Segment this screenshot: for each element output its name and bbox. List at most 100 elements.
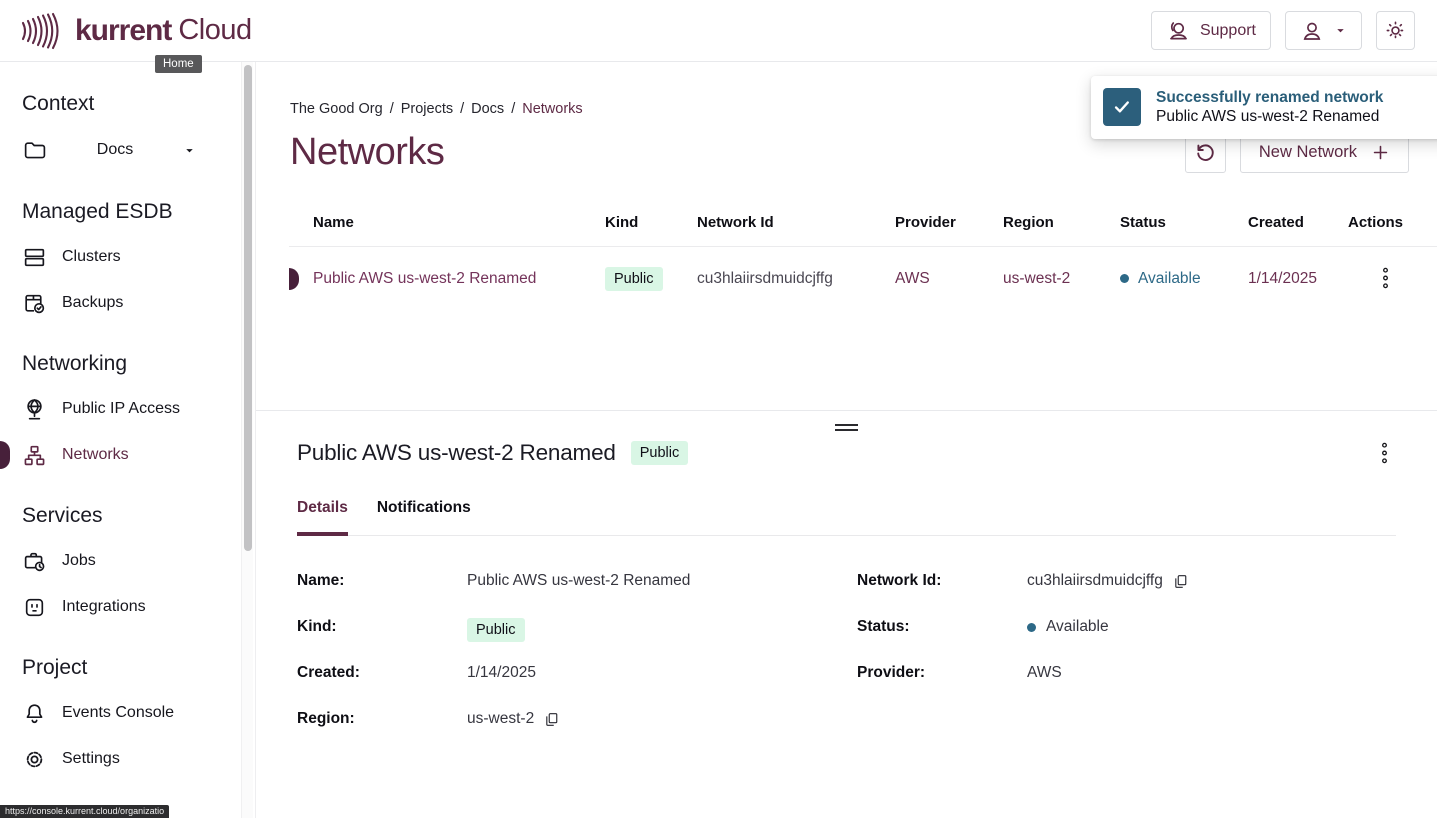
sidebar-section-services: Services: [22, 504, 255, 528]
copy-icon: [544, 712, 559, 727]
sidebar-scrollbar-thumb[interactable]: [244, 65, 252, 551]
network-icon: [22, 443, 47, 468]
sidebar-item-label: Jobs: [62, 552, 96, 570]
chevron-down-icon: [1334, 24, 1347, 37]
column-header-provider: Provider: [895, 214, 1003, 231]
panel-actions-menu-button[interactable]: [1373, 438, 1396, 468]
user-menu-button[interactable]: [1285, 11, 1362, 50]
sidebar-item-public-ip-access[interactable]: Public IP Access: [0, 386, 255, 432]
sidebar: Context Docs Managed ESDB Clusters: [0, 62, 256, 818]
support-label: Support: [1200, 22, 1256, 40]
plus-icon: [1371, 143, 1390, 162]
column-header-network-id: Network Id: [697, 214, 895, 231]
toast-text: Successfully renamed network Public AWS …: [1156, 88, 1383, 127]
bell-icon: [22, 701, 47, 726]
sidebar-item-events-console[interactable]: Events Console: [0, 690, 255, 736]
chevron-down-icon: [183, 144, 196, 157]
sidebar-item-label: Events Console: [62, 704, 174, 722]
kebab-menu-icon: [1381, 442, 1388, 464]
sidebar-item-label: Settings: [62, 750, 120, 768]
copy-region-button[interactable]: [544, 712, 559, 727]
field-region: Region: us-west-2: [297, 710, 857, 756]
toast-notification[interactable]: Successfully renamed network Public AWS …: [1091, 76, 1437, 139]
copy-network-id-button[interactable]: [1173, 574, 1188, 589]
sidebar-section-managed-esdb: Managed ESDB: [22, 200, 255, 224]
status-bar: https://console.kurrent.cloud/organizati…: [0, 805, 169, 818]
panel-title: Public AWS us-west-2 Renamed: [297, 440, 616, 466]
row-actions-menu-button[interactable]: [1374, 263, 1397, 293]
clusters-icon: [22, 245, 47, 270]
column-header-actions: Actions: [1348, 214, 1437, 231]
breadcrumb-item-org[interactable]: The Good Org: [290, 101, 383, 117]
field-kind: Kind: Public: [297, 618, 857, 664]
kurrent-logo[interactable]: kurrent Cloud: [20, 10, 252, 52]
cell-status: Available: [1120, 270, 1248, 288]
column-header-name: Name: [313, 214, 605, 231]
kind-badge: Public: [467, 618, 525, 642]
detail-fields-right: Network Id: cu3hlaiirsdmuidcjffg: [857, 572, 1396, 756]
sidebar-item-jobs[interactable]: Jobs: [0, 538, 255, 584]
context-selector[interactable]: Docs: [0, 126, 196, 174]
sidebar-item-integrations[interactable]: Integrations: [0, 584, 255, 630]
column-header-created: Created: [1248, 214, 1348, 231]
user-icon: [1300, 19, 1324, 43]
selected-row-indicator: [289, 268, 299, 290]
tab-details[interactable]: Details: [297, 499, 348, 536]
sidebar-item-label: Clusters: [62, 248, 121, 266]
panel-kind-badge: Public: [631, 441, 689, 465]
breadcrumb-item-docs[interactable]: Docs: [471, 101, 504, 117]
logo-brand-text: kurrent: [75, 14, 171, 48]
sidebar-item-label: Integrations: [62, 598, 146, 616]
success-check-icon: [1103, 88, 1141, 126]
breadcrumb-item-networks: Networks: [522, 101, 582, 117]
field-name: Name: Public AWS us-west-2 Renamed: [297, 572, 857, 618]
column-header-kind: Kind: [605, 214, 697, 231]
cell-created: 1/14/2025: [1248, 270, 1348, 288]
cell-name[interactable]: Public AWS us-west-2 Renamed: [313, 270, 605, 288]
network-detail-panel: Public AWS us-west-2 Renamed Public Deta…: [256, 410, 1437, 818]
networks-table: Name Kind Network Id Provider Region Sta…: [289, 202, 1437, 310]
theme-toggle-button[interactable]: [1376, 11, 1415, 50]
folder-icon: [22, 138, 47, 163]
status-label: Available: [1046, 618, 1109, 636]
sidebar-item-backups[interactable]: Backups: [0, 280, 255, 326]
refresh-icon: [1194, 141, 1217, 164]
sidebar-item-clusters[interactable]: Clusters: [0, 234, 255, 280]
kebab-menu-icon: [1382, 267, 1389, 289]
panel-drag-handle[interactable]: [835, 424, 858, 431]
gear-icon: [22, 747, 47, 772]
cell-actions: [1348, 263, 1437, 294]
cell-provider: AWS: [895, 270, 1003, 288]
breadcrumb-item-projects[interactable]: Projects: [401, 101, 453, 117]
home-tooltip: Home: [155, 55, 202, 73]
detail-fields-left: Name: Public AWS us-west-2 Renamed Kind:…: [297, 572, 857, 756]
column-header-status: Status: [1120, 214, 1248, 231]
kind-badge: Public: [605, 267, 663, 291]
toast-title: Successfully renamed network: [1156, 88, 1383, 107]
breadcrumb-separator: /: [460, 101, 464, 117]
drag-handle-bar: [835, 429, 858, 431]
outlet-icon: [22, 595, 47, 620]
sidebar-item-label: Backups: [62, 294, 123, 312]
sidebar-item-label: Public IP Access: [62, 400, 180, 418]
field-provider: Provider: AWS: [857, 664, 1396, 710]
tab-notifications[interactable]: Notifications: [377, 499, 471, 536]
column-header-region: Region: [1003, 214, 1120, 231]
cell-network-id: cu3hlaiirsdmuidcjffg: [697, 270, 895, 288]
breadcrumb-separator: /: [511, 101, 515, 117]
table-row[interactable]: Public AWS us-west-2 Renamed Public cu3h…: [289, 247, 1437, 310]
field-created: Created: 1/14/2025: [297, 664, 857, 710]
status-label: Available: [1138, 270, 1201, 288]
backups-icon: [22, 291, 47, 316]
sidebar-scrollbar[interactable]: [241, 62, 253, 818]
sidebar-item-networks[interactable]: Networks: [0, 432, 255, 478]
detail-fields: Name: Public AWS us-west-2 Renamed Kind:…: [297, 572, 1396, 756]
drag-handle-bar: [835, 424, 858, 426]
logo-suffix-text: Cloud: [178, 14, 251, 47]
table-header-row: Name Kind Network Id Provider Region Sta…: [289, 202, 1437, 247]
sidebar-section-project: Project: [22, 656, 255, 680]
sidebar-item-settings[interactable]: Settings: [0, 736, 255, 782]
copy-icon: [1173, 574, 1188, 589]
sidebar-section-networking: Networking: [22, 352, 255, 376]
support-button[interactable]: Support: [1151, 11, 1271, 50]
